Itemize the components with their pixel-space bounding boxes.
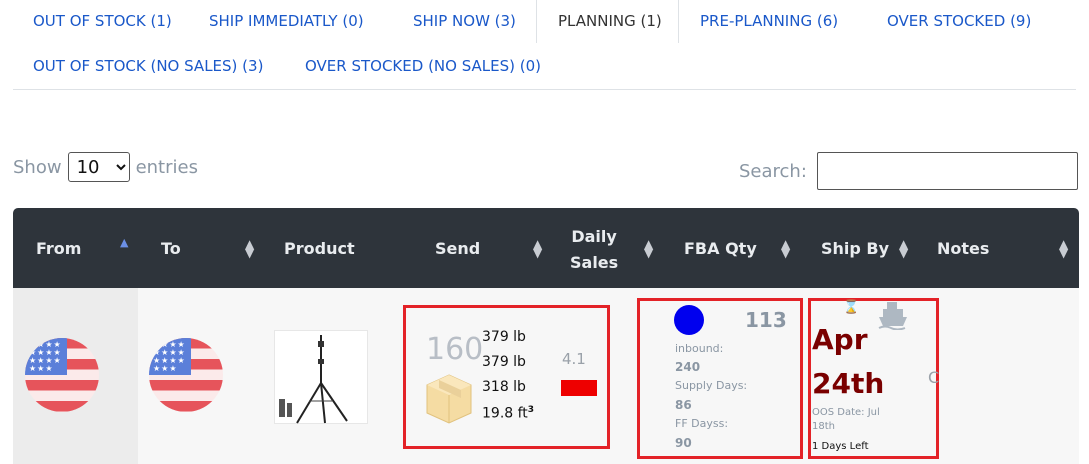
tab-out-of-stock[interactable]: OUT OF STOCK (1) bbox=[33, 12, 172, 30]
tab-ship-now[interactable]: SHIP NOW (3) bbox=[413, 12, 516, 30]
supply-days-value: 86 bbox=[675, 398, 692, 412]
header-product: Product bbox=[284, 239, 355, 258]
volume-value: 19.8 ft bbox=[482, 405, 528, 422]
header-ship-by[interactable]: Ship By bbox=[821, 239, 889, 258]
header-daily-sales[interactable]: Daily Sales bbox=[570, 224, 618, 276]
table-row: ★★★★★★★★★★★★★★★ ★★★★★★★★★★★★★★★ 160 379 … bbox=[13, 288, 1079, 464]
search-input[interactable] bbox=[816, 152, 1078, 190]
header-fba-qty[interactable]: FBA Qty bbox=[684, 239, 757, 258]
daily-sales-bar bbox=[561, 380, 597, 396]
status-dot bbox=[674, 305, 704, 335]
us-flag-icon: ★★★★★★★★★★★★★★★ bbox=[25, 338, 99, 412]
show-entries: Show 10 entries bbox=[13, 152, 198, 182]
tab-pre-planning[interactable]: PRE-PLANNING (6) bbox=[700, 12, 838, 30]
fba-quantity: 113 bbox=[745, 308, 787, 332]
box-icon bbox=[425, 373, 473, 425]
tab-ship-immediately[interactable]: SHIP IMMEDIATLY (0) bbox=[209, 12, 364, 30]
ship-icon bbox=[877, 300, 909, 334]
search-box: Search: bbox=[739, 152, 1078, 190]
weight-2: 379 lb bbox=[482, 354, 526, 370]
sort-icon[interactable]: ▲ ▼ bbox=[644, 238, 653, 259]
days-left: 1 Days Left bbox=[812, 441, 869, 452]
sort-icon[interactable]: ▲ ▼ bbox=[899, 238, 908, 259]
tab-over-stocked-no-sales[interactable]: OVER STOCKED (NO SALES) (0) bbox=[305, 57, 541, 75]
sort-icon[interactable]: ▲ ▼ bbox=[533, 238, 542, 259]
header-daily-line1: Daily bbox=[571, 227, 617, 246]
ff-days-value: 90 bbox=[675, 436, 692, 450]
supply-days-label: Supply Days: bbox=[675, 379, 748, 392]
header-notes[interactable]: Notes bbox=[937, 239, 989, 258]
volume: 19.8 ft3 bbox=[482, 405, 534, 422]
entries-select[interactable]: 10 bbox=[67, 152, 130, 182]
send-quantity: 160 bbox=[426, 332, 484, 367]
weight-1: 379 lb bbox=[482, 329, 526, 345]
daily-sales-value: 4.1 bbox=[562, 350, 586, 368]
inbound-label: inbound: bbox=[675, 342, 724, 355]
volume-sup: 3 bbox=[527, 405, 535, 415]
ship-month: Apr bbox=[812, 323, 868, 356]
show-label: Show bbox=[13, 156, 62, 178]
header-from[interactable]: From bbox=[36, 239, 81, 258]
sort-icon[interactable]: ▲ ▼ bbox=[245, 238, 254, 259]
ff-days-label: FF Dayss: bbox=[675, 417, 729, 430]
inbound-value: 240 bbox=[675, 360, 701, 374]
sort-icon[interactable]: ▲ ▼ bbox=[781, 238, 790, 259]
status-tabs: OUT OF STOCK (1) SHIP IMMEDIATLY (0) SHI… bbox=[13, 0, 1076, 90]
hourglass-icon: ⌛ bbox=[843, 300, 860, 315]
tab-out-of-stock-no-sales[interactable]: OUT OF STOCK (NO SALES) (3) bbox=[33, 57, 263, 75]
header-daily-line2: Sales bbox=[570, 253, 619, 272]
oos-date: OOS Date: Jul 18th bbox=[812, 407, 880, 432]
entries-label: entries bbox=[135, 156, 198, 178]
table-header: From ▲ To ▲ ▼ Product Send ▲ ▼ Daily Sales… bbox=[13, 208, 1079, 288]
ship-day: 24th bbox=[812, 367, 885, 400]
search-label: Search: bbox=[739, 160, 807, 182]
sort-asc-icon[interactable]: ▲ bbox=[120, 236, 128, 249]
header-send[interactable]: Send bbox=[435, 239, 480, 258]
tab-over-stocked[interactable]: OVER STOCKED (9) bbox=[887, 12, 1031, 30]
product-image[interactable] bbox=[274, 330, 368, 424]
tab-planning[interactable]: PLANNING (1) bbox=[536, 0, 679, 43]
weight-3: 318 lb bbox=[482, 379, 526, 395]
sort-icon[interactable]: ▲ ▼ bbox=[1059, 238, 1068, 259]
header-to[interactable]: To bbox=[161, 239, 181, 258]
us-flag-icon: ★★★★★★★★★★★★★★★ bbox=[149, 338, 223, 412]
notes-cell[interactable]: C bbox=[928, 368, 939, 387]
